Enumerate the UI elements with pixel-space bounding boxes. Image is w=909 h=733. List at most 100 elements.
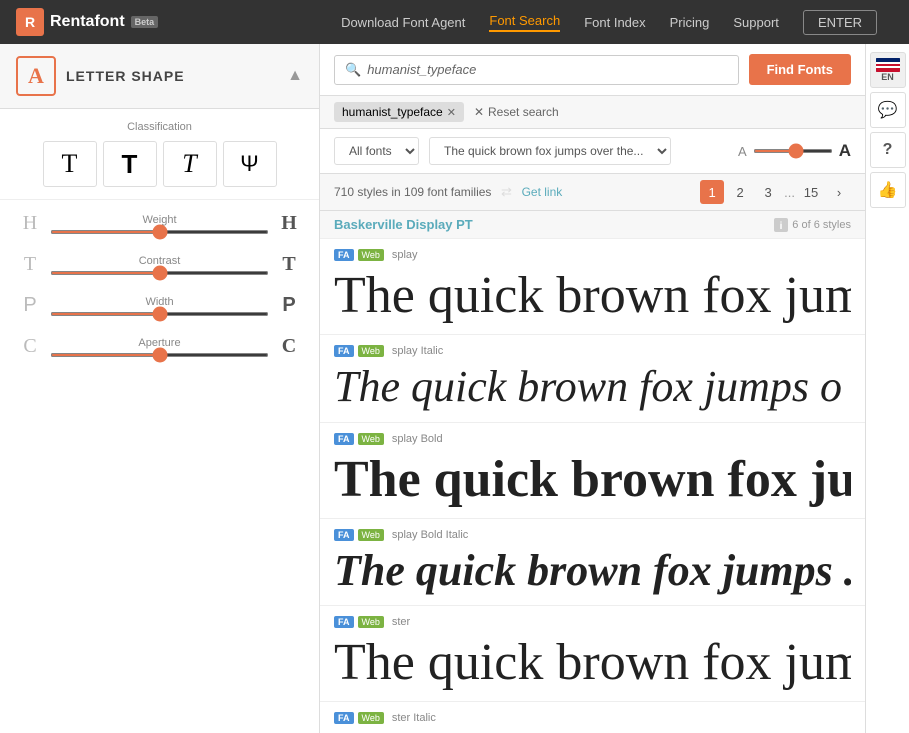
info-icon: i (774, 218, 788, 232)
thumbs-up-icon: 👍 (878, 180, 898, 200)
width-slider-container: Width (50, 296, 269, 316)
font-entry-4: FA Web splay Bold Italic The quick brown… (320, 519, 865, 606)
fa-badge-5: FA (334, 616, 354, 628)
weight-slider[interactable] (50, 230, 269, 234)
page-3[interactable]: 3 (756, 180, 780, 204)
font-style-serif[interactable]: T (43, 141, 97, 187)
reset-search-link[interactable]: ✕ Reset search (474, 105, 559, 119)
sidebar-header: A LETTER SHAPE ▲ (0, 44, 319, 109)
nav-font-index[interactable]: Font Index (584, 15, 645, 30)
aperture-slider-container: Aperture (50, 337, 269, 357)
tag-remove-button[interactable]: ✕ (447, 106, 456, 119)
active-tag: humanist_typeface ✕ (334, 102, 464, 122)
font-entry-1: FA Web splay The quick brown fox jum (320, 239, 865, 335)
style-name-2: splay Italic (392, 345, 443, 357)
font-style-sans[interactable]: T (103, 141, 157, 187)
results-count: 710 styles in 109 font families (334, 185, 491, 199)
page-15[interactable]: 15 (799, 180, 823, 204)
style-name-5: ster (392, 616, 410, 628)
right-sidebar: EN 💬 ? 👍 (865, 44, 909, 733)
get-link[interactable]: Get link (522, 185, 563, 199)
lang-label: EN (881, 72, 894, 82)
sidebar-title-area: A LETTER SHAPE (16, 56, 185, 96)
fa-badge-1: FA (334, 249, 354, 261)
enter-button[interactable]: ENTER (803, 10, 877, 35)
contrast-slider[interactable] (50, 271, 269, 275)
nav-download[interactable]: Download Font Agent (341, 15, 465, 30)
aperture-left-label: C (20, 335, 40, 358)
active-tags: humanist_typeface ✕ ✕ Reset search (320, 96, 865, 129)
like-button[interactable]: 👍 (870, 172, 906, 208)
flag-icon (876, 58, 900, 72)
font-size-slider[interactable] (753, 149, 833, 153)
contrast-slider-container: Contrast (50, 255, 269, 275)
fa-badge-6: FA (334, 712, 354, 724)
weight-left-label: H (20, 212, 40, 235)
web-badge-5: Web (358, 616, 384, 628)
pagination: 1 2 3 ... 15 › (700, 180, 851, 204)
size-large-label: A (839, 141, 851, 161)
nav-font-search[interactable]: Font Search (489, 13, 560, 32)
fa-badge-3: FA (334, 433, 354, 445)
logo-area: R Rentafont Beta (16, 8, 158, 36)
weight-slider-row: H Weight H (20, 212, 299, 235)
page-next[interactable]: › (827, 180, 851, 204)
font-preview-4: The quick brown fox jumps . (334, 547, 851, 595)
font-preview-2: The quick brown fox jumps o (334, 363, 851, 411)
style-name-6: ster Italic (392, 712, 436, 724)
nav-links: Download Font Agent Font Search Font Ind… (341, 10, 877, 35)
styles-count: i 6 of 6 styles (774, 218, 851, 232)
contrast-left-label: T (20, 253, 40, 276)
font-style-symbol[interactable]: Ψ (223, 141, 277, 187)
font-tags-4: FA Web splay Bold Italic (334, 529, 851, 541)
style-name-3: splay Bold (392, 433, 443, 445)
contrast-right-label: T (279, 253, 299, 276)
logo-text: Rentafont (50, 13, 125, 31)
chat-button[interactable]: 💬 (870, 92, 906, 128)
preview-text-select[interactable]: The quick brown fox jumps over the... (429, 137, 671, 165)
nav-pricing[interactable]: Pricing (670, 15, 710, 30)
page-2[interactable]: 2 (728, 180, 752, 204)
font-name[interactable]: Baskerville Display PT (334, 217, 473, 232)
font-entry-5: FA Web ster The quick brown fox jump (320, 606, 865, 702)
font-size-slider-wrap: A A (738, 141, 851, 161)
web-badge-2: Web (358, 345, 384, 357)
font-style-script[interactable]: T (163, 141, 217, 187)
page-1[interactable]: 1 (700, 180, 724, 204)
sidebar: A LETTER SHAPE ▲ Classification T T T Ψ … (0, 44, 320, 733)
weight-right-label: H (279, 212, 299, 235)
aperture-right-label: C (279, 335, 299, 358)
results-info: 710 styles in 109 font families ⇄ Get li… (320, 174, 865, 211)
weight-slider-container: Weight (50, 214, 269, 234)
find-fonts-button[interactable]: Find Fonts (749, 54, 851, 85)
search-input-wrap: 🔍 (334, 55, 739, 85)
font-entry-2: FA Web splay Italic The quick brown fox … (320, 335, 865, 422)
page-dots: ... (784, 185, 795, 200)
language-button[interactable]: EN (870, 52, 906, 88)
font-results: Baskerville Display PT i 6 of 6 styles F… (320, 211, 865, 733)
beta-badge: Beta (131, 16, 159, 28)
font-preview-3: The quick brown fox jun (334, 451, 851, 508)
fa-badge-2: FA (334, 345, 354, 357)
classification-section: Classification T T T Ψ (0, 109, 319, 200)
font-entry-3: FA Web splay Bold The quick brown fox ju… (320, 423, 865, 519)
help-icon: ? (883, 141, 893, 159)
font-card-header-row: Baskerville Display PT i 6 of 6 styles (320, 211, 865, 239)
all-fonts-select[interactable]: All fonts (334, 137, 419, 165)
classification-label: Classification (16, 121, 303, 133)
help-button[interactable]: ? (870, 132, 906, 168)
contrast-slider-row: T Contrast T (20, 253, 299, 276)
collapse-button[interactable]: ▲ (287, 67, 303, 85)
aperture-slider[interactable] (50, 353, 269, 357)
web-badge-3: Web (358, 433, 384, 445)
search-input[interactable] (367, 62, 727, 77)
search-icon: 🔍 (345, 62, 361, 78)
font-preview-1: The quick brown fox jum (334, 267, 851, 324)
nav-support[interactable]: Support (733, 15, 779, 30)
font-tags-1: FA Web splay (334, 249, 851, 261)
main-layout: A LETTER SHAPE ▲ Classification T T T Ψ … (0, 44, 909, 733)
filter-bar: All fonts The quick brown fox jumps over… (320, 129, 865, 174)
width-slider[interactable] (50, 312, 269, 316)
font-tags-3: FA Web splay Bold (334, 433, 851, 445)
svg-text:i: i (780, 221, 783, 232)
